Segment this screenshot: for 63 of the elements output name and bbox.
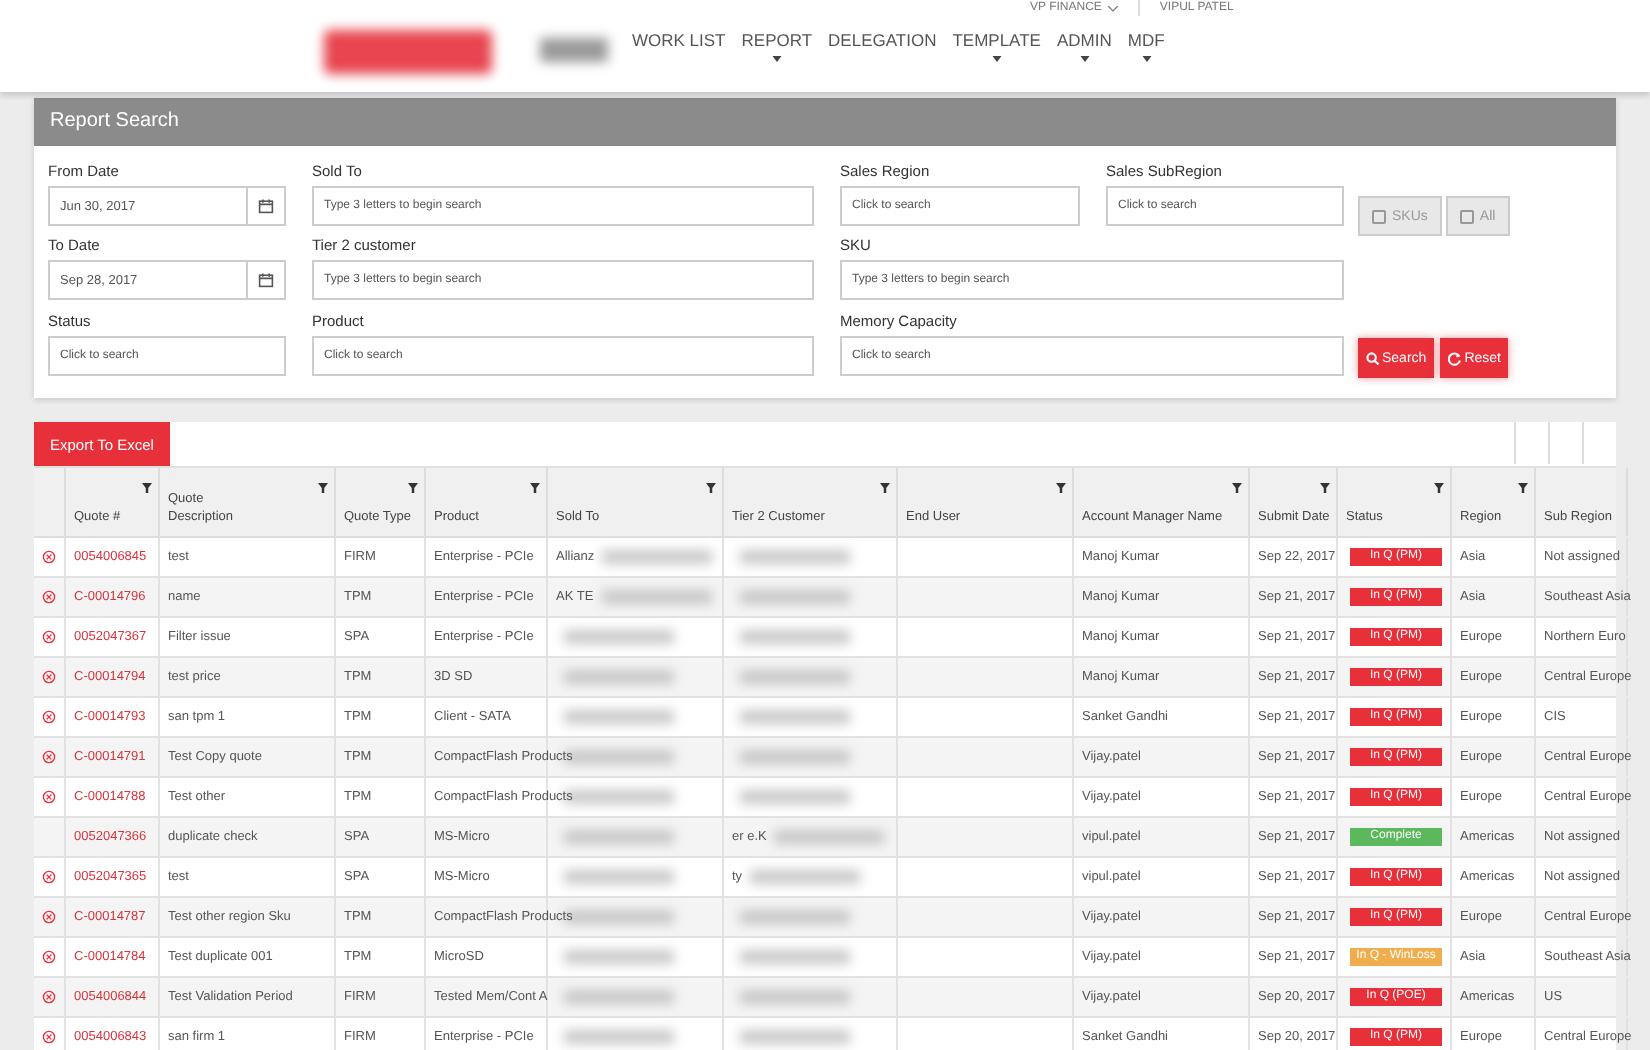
blurred-text	[740, 790, 850, 804]
filter-icon[interactable]	[530, 482, 540, 494]
search-icon	[1366, 351, 1380, 365]
blurred-text	[601, 590, 712, 604]
nav-item[interactable]: ADMIN	[1056, 30, 1112, 70]
caret-icon	[991, 56, 1002, 62]
remove-icon[interactable]	[42, 590, 56, 604]
filter-icon[interactable]	[880, 482, 890, 494]
remove-icon[interactable]	[42, 750, 56, 764]
blurred-text	[740, 670, 850, 684]
caret-icon	[1079, 56, 1090, 62]
refresh-icon	[1448, 351, 1463, 365]
remove-icon[interactable]	[42, 950, 56, 964]
remove-icon[interactable]	[42, 670, 56, 684]
nav-item[interactable]: REPORT	[741, 30, 813, 70]
filter-icon[interactable]	[1320, 482, 1330, 494]
filter-icon[interactable]	[1434, 482, 1444, 494]
remove-icon[interactable]	[42, 550, 56, 564]
blurred-text	[774, 830, 885, 844]
filter-icon[interactable]	[408, 482, 418, 494]
calendar-icon	[258, 198, 274, 214]
blurred-text	[740, 550, 850, 564]
panel-title-bar: Report Search	[34, 98, 1616, 146]
nav-item[interactable]: TEMPLATE	[952, 30, 1041, 70]
filter-icon[interactable]	[706, 482, 716, 494]
blurred-text	[564, 630, 674, 644]
blurred-text	[564, 990, 674, 1004]
blurred-text	[740, 710, 850, 724]
nav-item[interactable]: MDF	[1127, 30, 1165, 70]
remove-icon[interactable]	[42, 870, 56, 884]
filter-icon[interactable]	[318, 482, 328, 494]
remove-icon[interactable]	[42, 1030, 56, 1044]
blurred-text	[564, 670, 674, 684]
remove-icon[interactable]	[42, 710, 56, 724]
blurred-text	[740, 750, 850, 764]
caret-icon	[1141, 56, 1152, 62]
blurred-text	[740, 910, 850, 924]
nav-item[interactable]: WORK LIST	[632, 30, 726, 70]
filter-icon[interactable]	[1518, 482, 1528, 494]
blurred-text	[564, 870, 674, 884]
blurred-text	[740, 1030, 850, 1044]
caret-icon	[771, 56, 782, 62]
chevron-icon	[1107, 5, 1118, 11]
blurred-text	[740, 950, 850, 964]
blurred-text	[564, 1030, 674, 1044]
filter-icon[interactable]	[1056, 482, 1066, 494]
blurred-text	[740, 990, 850, 1004]
filter-icon[interactable]	[1232, 482, 1242, 494]
logo-placeholder	[540, 38, 608, 62]
remove-icon[interactable]	[42, 630, 56, 644]
filter-icon[interactable]	[142, 482, 152, 494]
blurred-text	[564, 950, 674, 964]
blurred-text	[740, 630, 850, 644]
calendar-icon	[258, 272, 274, 288]
blurred-text	[740, 590, 850, 604]
blurred-text	[564, 830, 674, 844]
blurred-text	[564, 710, 674, 724]
nav-item[interactable]: DELEGATION	[828, 30, 937, 70]
remove-icon[interactable]	[42, 910, 56, 924]
remove-icon[interactable]	[42, 990, 56, 1004]
blurred-text	[750, 870, 861, 884]
blurred-text	[602, 550, 713, 564]
remove-icon[interactable]	[42, 790, 56, 804]
